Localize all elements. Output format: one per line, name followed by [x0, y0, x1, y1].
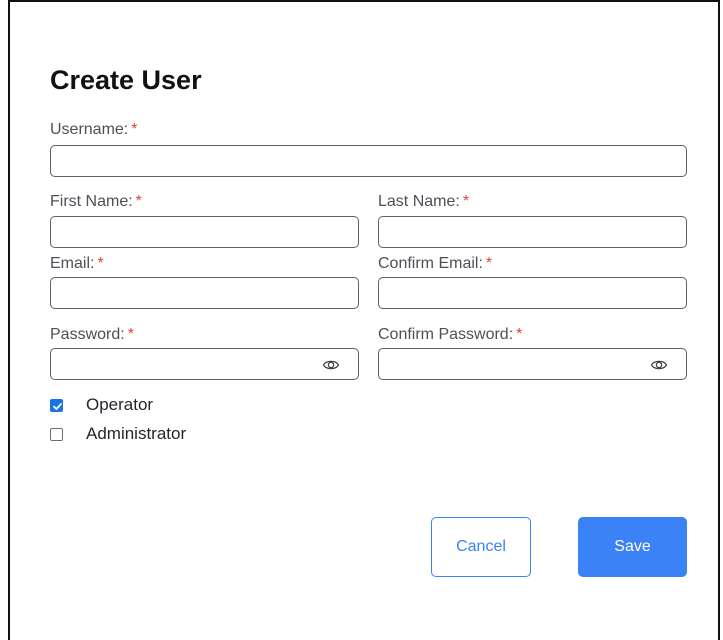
confirm-email-field-container: [378, 277, 687, 309]
confirm-email-label: Confirm Email: *: [378, 254, 492, 274]
role-administrator[interactable]: Administrator: [50, 423, 186, 445]
confirm-password-label-text: Confirm Password:: [378, 326, 514, 343]
username-label-text: Username:: [50, 121, 129, 138]
eye-icon[interactable]: [322, 356, 340, 374]
confirm-password-input[interactable]: [379, 349, 686, 379]
last-name-label: Last Name: *: [378, 192, 469, 212]
cancel-button[interactable]: Cancel: [431, 517, 531, 577]
last-name-label-text: Last Name:: [378, 193, 460, 210]
required-marker: *: [97, 255, 104, 272]
email-label-text: Email:: [50, 255, 95, 272]
first-name-label: First Name: *: [50, 192, 142, 212]
email-field-container: [50, 277, 359, 309]
eye-icon[interactable]: [650, 356, 668, 374]
confirm-password-field-container: [378, 348, 687, 380]
password-input[interactable]: [51, 349, 358, 379]
email-input[interactable]: [51, 278, 358, 308]
password-field-container: [50, 348, 359, 380]
username-field-container: [50, 145, 687, 177]
required-marker: *: [516, 326, 523, 343]
confirm-password-label: Confirm Password: *: [378, 325, 522, 345]
required-marker: *: [485, 255, 493, 272]
administrator-label: Administrator: [86, 424, 187, 443]
required-marker: *: [127, 326, 134, 343]
username-label: Username: *: [50, 120, 137, 140]
confirm-email-input[interactable]: [379, 278, 686, 308]
operator-checkbox[interactable]: [50, 398, 63, 412]
first-name-input[interactable]: [51, 217, 358, 247]
username-input[interactable]: [51, 146, 686, 176]
last-name-field-container: [378, 216, 687, 248]
first-name-label-text: First Name:: [50, 193, 133, 210]
password-label-text: Password:: [50, 326, 125, 343]
last-name-input[interactable]: [379, 217, 686, 247]
role-operator[interactable]: Operator: [50, 394, 153, 416]
dialog-title: Create User: [50, 65, 202, 95]
check-icon: [53, 402, 62, 410]
email-label: Email: *: [50, 254, 104, 274]
required-marker: *: [135, 193, 142, 210]
save-button[interactable]: Save: [578, 517, 687, 577]
confirm-email-label-text: Confirm Email:: [378, 255, 483, 272]
required-marker: *: [131, 121, 138, 138]
first-name-field-container: [50, 216, 359, 248]
password-label: Password: *: [50, 325, 134, 345]
operator-label: Operator: [86, 395, 154, 414]
required-marker: *: [462, 193, 470, 210]
administrator-checkbox[interactable]: [50, 427, 63, 441]
